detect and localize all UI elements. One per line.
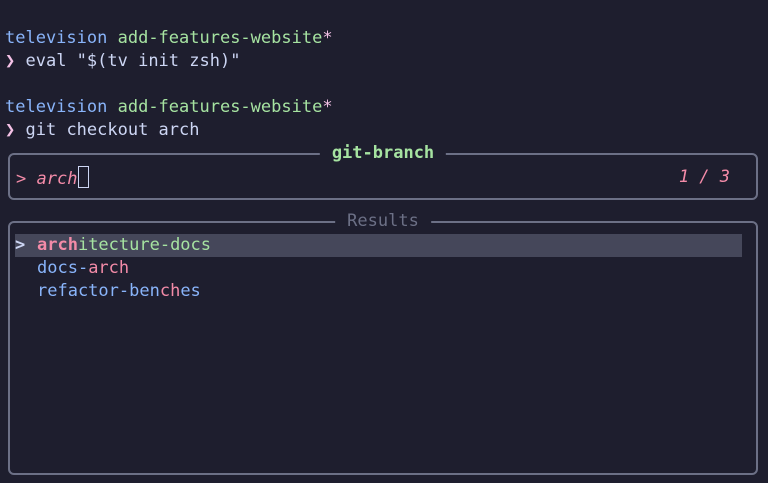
result-suffix: es bbox=[180, 281, 201, 301]
prompt-symbol: > bbox=[16, 169, 27, 189]
result-prefix: refactor-ben bbox=[37, 281, 160, 301]
dirty-indicator: * bbox=[322, 97, 333, 117]
shell-command-line-2: ❯ git checkout arch bbox=[5, 119, 200, 142]
results-title: Results bbox=[335, 210, 431, 232]
shell-command-line-1: ❯ eval "$(tv init zsh)" bbox=[5, 50, 240, 73]
dirty-indicator: * bbox=[322, 28, 333, 48]
result-prefix: docs- bbox=[37, 258, 89, 278]
prompt-chevron-icon: ❯ bbox=[5, 120, 16, 140]
git-branch-name: add-features-website bbox=[117, 97, 323, 117]
search-input-panel[interactable]: git-branch > arch 1 / 3 bbox=[8, 142, 758, 200]
result-suffix: itecture-docs bbox=[77, 235, 212, 255]
text-cursor bbox=[78, 166, 90, 188]
command-text: eval "$(tv init zsh)" bbox=[25, 51, 241, 71]
result-item-selected[interactable]: > architecture-docs bbox=[15, 234, 742, 257]
selection-caret-icon: > bbox=[15, 235, 26, 255]
directory-name: television bbox=[5, 97, 108, 117]
result-match: ch bbox=[159, 281, 181, 301]
match-count: 1 / 3 bbox=[678, 167, 730, 187]
result-match: arch bbox=[37, 235, 78, 255]
directory-name: television bbox=[5, 28, 108, 48]
search-input[interactable]: > arch bbox=[16, 166, 90, 189]
shell-status-line-2: television add-features-website* bbox=[5, 96, 333, 119]
result-item[interactable]: refactor-benches bbox=[15, 280, 742, 303]
shell-status-line-1: television add-features-website* bbox=[5, 27, 333, 50]
prompt-chevron-icon: ❯ bbox=[5, 51, 16, 71]
command-text: git checkout arch bbox=[25, 120, 200, 140]
channel-title: git-branch bbox=[319, 142, 447, 164]
result-match: arch bbox=[88, 258, 130, 278]
result-item[interactable]: docs-arch bbox=[15, 257, 742, 280]
git-branch-name: add-features-website bbox=[117, 28, 323, 48]
results-panel: Results > architecture-docs docs-arch ref… bbox=[8, 210, 758, 475]
query-text: arch bbox=[36, 169, 78, 189]
